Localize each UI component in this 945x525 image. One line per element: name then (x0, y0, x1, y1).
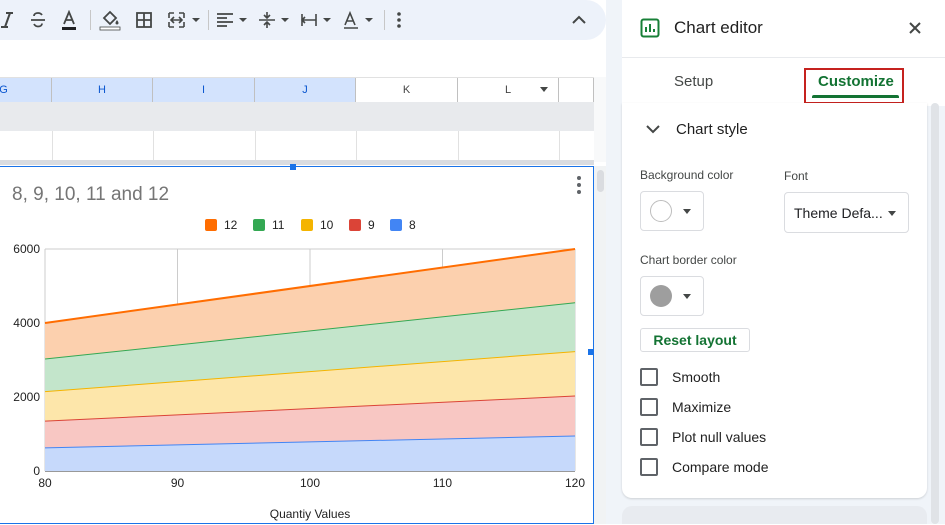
color-swatch (650, 285, 672, 307)
toolbar-divider (90, 10, 91, 30)
column-header-i[interactable]: I (153, 78, 255, 102)
x-tick-label: 100 (300, 476, 320, 490)
grid-line (153, 131, 154, 161)
caret-down-icon (888, 211, 896, 216)
x-tick-label: 80 (38, 476, 52, 490)
column-label: H (98, 84, 106, 96)
checkbox-icon[interactable] (640, 428, 658, 446)
caret-down-icon (683, 294, 691, 299)
column-menu-icon[interactable] (540, 87, 548, 92)
background-color-button[interactable] (640, 191, 704, 231)
y-tick-label: 6000 (13, 242, 40, 256)
column-label: J (302, 84, 308, 96)
x-tick-label: 110 (433, 476, 452, 490)
fill-color-icon[interactable] (98, 8, 122, 32)
legend-label-10[interactable]: 10 (320, 218, 334, 232)
formatting-toolbar (0, 0, 606, 40)
toolbar-divider (208, 10, 209, 30)
horizontal-align-icon[interactable] (214, 8, 250, 32)
text-color-icon[interactable] (58, 8, 80, 32)
column-header-l[interactable]: L (458, 78, 559, 102)
grid-line (255, 131, 256, 161)
x-tick-label: 90 (171, 476, 185, 490)
borders-icon[interactable] (133, 8, 155, 32)
legend-swatch-8[interactable] (390, 219, 402, 231)
strikethrough-icon[interactable] (27, 8, 49, 32)
section-title[interactable]: Chart style (676, 121, 748, 138)
italic-icon[interactable] (0, 8, 14, 32)
column-header-k[interactable]: K (356, 78, 458, 102)
column-header-h[interactable]: H (52, 78, 153, 102)
checkbox-icon[interactable] (640, 458, 658, 476)
column-label: G (0, 84, 8, 96)
y-tick-label: 4000 (13, 316, 40, 330)
legend-swatch-9[interactable] (349, 219, 361, 231)
checkbox-icon[interactable] (640, 368, 658, 386)
highlight-box (804, 68, 904, 104)
checkbox-label: Maximize (672, 399, 732, 415)
column-header-j[interactable]: J (255, 78, 356, 102)
column-header-m[interactable] (559, 78, 594, 102)
scrollbar-track[interactable] (594, 77, 606, 162)
more-options-icon[interactable] (390, 8, 408, 32)
grid-line (559, 131, 560, 161)
text-rotation-icon[interactable] (340, 8, 376, 32)
panel-header (622, 0, 945, 57)
legend-label-8[interactable]: 8 (409, 218, 416, 232)
font-label: Font (784, 169, 809, 183)
legend-label-9[interactable]: 9 (368, 218, 375, 232)
panel-title: Chart editor (674, 18, 763, 37)
font-value: Theme Defa... (794, 205, 883, 221)
legend-swatch-12[interactable] (205, 219, 217, 231)
scrollbar-thumb[interactable] (597, 170, 604, 192)
tab-setup[interactable]: Setup (674, 73, 713, 90)
chevron-up-icon[interactable] (568, 8, 590, 32)
x-axis-label: Quantiy Values (270, 507, 351, 521)
checkbox-icon[interactable] (640, 398, 658, 416)
text-wrapping-icon[interactable] (298, 8, 334, 32)
selected-row[interactable] (0, 102, 594, 131)
area-chart: 020004000600080 90 100 110 120 12 11 10 9 8 Quan… (13, 218, 585, 521)
column-label: K (402, 84, 411, 96)
column-header-row: G H I J K L (0, 77, 594, 103)
column-label: I (201, 84, 206, 96)
vertical-align-icon[interactable] (256, 8, 292, 32)
background-color-label: Background color (640, 168, 734, 182)
legend-label-11[interactable]: 11 (272, 218, 285, 232)
frozen-row-divider[interactable] (0, 160, 594, 165)
scrollbar-track[interactable] (594, 166, 606, 524)
grid-line (458, 131, 459, 161)
grid-line (52, 131, 53, 161)
checkbox-label: Smooth (672, 369, 721, 385)
panel-scrollbar[interactable] (931, 103, 939, 524)
legend-swatch-10[interactable] (301, 219, 313, 231)
chart-container[interactable]: 8, 9, 10, 11 and 12 0 2000 4000 6000 80 90 100… (0, 164, 594, 524)
font-select[interactable]: Theme Defa... (784, 192, 909, 233)
grid-line (356, 131, 357, 161)
column-label: L (504, 84, 512, 96)
color-swatch (650, 200, 672, 222)
caret-down-icon (683, 209, 691, 214)
legend-label-12[interactable]: 12 (224, 218, 238, 232)
x-tick-label: 120 (565, 476, 585, 490)
reset-layout-button[interactable]: Reset layout (640, 328, 750, 352)
close-icon[interactable] (906, 19, 924, 37)
merge-cells-icon[interactable] (166, 8, 202, 32)
checkbox-label: Plot null values (672, 429, 767, 445)
chart-icon (640, 18, 660, 38)
legend-swatch-11[interactable] (253, 219, 265, 231)
border-color-label: Chart border color (640, 253, 737, 267)
column-header-g[interactable]: G (0, 78, 52, 102)
checkbox-label: Compare mode (672, 459, 769, 475)
border-color-button[interactable] (640, 276, 704, 316)
y-tick-label: 2000 (13, 390, 40, 404)
next-section-card[interactable] (622, 506, 927, 524)
grid-row[interactable] (0, 131, 594, 161)
toolbar-divider (384, 10, 385, 30)
chevron-down-icon[interactable] (645, 122, 661, 136)
